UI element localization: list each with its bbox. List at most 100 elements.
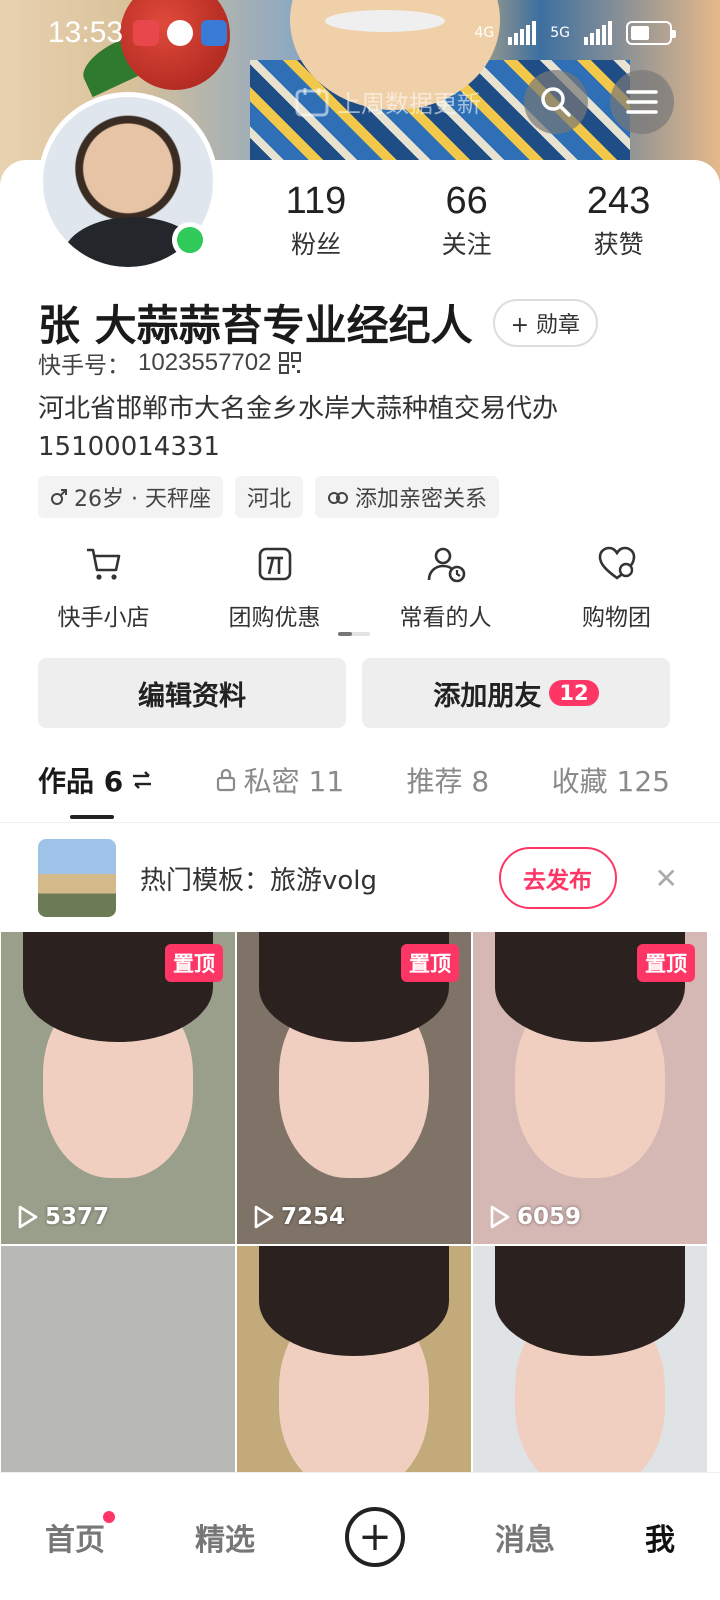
nav-home[interactable]: 首页: [45, 1510, 115, 1559]
battery-icon: [626, 21, 676, 45]
create-button[interactable]: +: [345, 1506, 405, 1567]
add-friend-button[interactable]: 添加朋友 12: [362, 658, 670, 728]
qr-code-icon[interactable]: [279, 352, 302, 374]
notification-dot: [103, 1510, 115, 1523]
active-tab-indicator: [70, 815, 114, 819]
divider: [0, 822, 720, 823]
switch-arrows-icon[interactable]: [131, 770, 153, 790]
tag-location-label: 河北: [246, 487, 291, 512]
video-grid: 置顶 5377 置顶 7254 置顶 6059: [0, 932, 720, 1558]
shortcut-label: 团购优惠: [228, 605, 321, 631]
profile-bio: 河北省邯郸市大名金乡水岸大蒜种植交易代办 15100014331: [38, 394, 559, 462]
network-5g-label: 5G: [550, 25, 570, 41]
stat-followers[interactable]: 119 粉丝: [286, 180, 347, 261]
nav-label: 精选: [195, 1522, 255, 1558]
calendar-icon: [295, 87, 329, 116]
app-notification-icon: [133, 20, 160, 46]
plus-icon: +: [358, 1513, 392, 1560]
hamburger-menu-icon: [626, 90, 658, 114]
name-row: 张 大蒜蒜苔专业经纪人 + 勋章: [38, 292, 599, 353]
network-4g-label: 4G: [474, 25, 495, 41]
video-card[interactable]: 置顶 5377: [1, 932, 235, 1244]
stat-value: 119: [285, 180, 347, 222]
view-count-value: 5377: [45, 1204, 110, 1230]
shortcut-shop[interactable]: 快手小店: [24, 544, 184, 632]
profile-name: 张 大蒜蒜苔专业经纪人: [38, 301, 473, 350]
online-status-dot: [172, 222, 208, 258]
kuaishou-id-label: 快手号：: [38, 353, 130, 379]
frequent-people-icon: [427, 547, 465, 583]
browser-notification-icon: [201, 20, 228, 46]
nav-label: 首页: [45, 1522, 105, 1558]
stat-value: 243: [586, 180, 651, 222]
edit-profile-button[interactable]: 编辑资料: [38, 658, 346, 728]
search-icon: [541, 87, 571, 117]
view-count: 5377: [17, 1204, 109, 1230]
video-card[interactable]: 置顶 7254: [237, 932, 471, 1244]
video-card[interactable]: 置顶 6059: [473, 932, 707, 1244]
nav-me[interactable]: 我: [645, 1515, 675, 1559]
menu-button[interactable]: [610, 70, 674, 134]
nav-featured[interactable]: 精选: [195, 1515, 255, 1559]
shortcut-group-buy[interactable]: 团购优惠: [195, 544, 355, 632]
template-thumbnail[interactable]: [38, 839, 116, 917]
stat-likes[interactable]: 243 获赞: [587, 180, 650, 261]
message-notification-icon: [167, 20, 194, 46]
profile-stats: 119 粉丝 66 关注 243 获赞: [238, 180, 698, 261]
nav-label: 消息: [495, 1522, 555, 1558]
view-count-value: 6059: [517, 1204, 582, 1230]
tab-works[interactable]: 作品 6: [38, 760, 153, 800]
stat-value: 66: [445, 180, 488, 222]
medal-button[interactable]: + 勋章: [492, 298, 599, 347]
link-hearts-icon: [328, 492, 348, 504]
tag-add-relationship-label: 添加亲密关系: [355, 487, 488, 512]
shortcut-page-indicator: [338, 632, 370, 636]
status-bar: 13:53 4G 5G: [0, 0, 720, 66]
profile-tags: 26岁 · 天秤座 河北 添加亲密关系: [38, 476, 500, 518]
tag-age: 26岁 · 天秤座: [38, 476, 223, 518]
kuaishou-id-row[interactable]: 快手号： 1023557702: [38, 346, 302, 380]
search-button[interactable]: [524, 70, 588, 134]
tab-recommended[interactable]: 推荐 8: [407, 760, 490, 800]
signal-icon: [508, 21, 537, 45]
publish-button[interactable]: 去发布: [498, 847, 617, 909]
add-friend-badge: 12: [549, 680, 599, 706]
close-icon[interactable]: ✕: [655, 862, 678, 895]
shortcut-frequent-people[interactable]: 常看的人: [366, 544, 526, 632]
tab-private[interactable]: 私密 11: [216, 760, 345, 800]
stat-label: 关注: [441, 230, 492, 259]
data-updated-notice: 上周数据更新: [295, 84, 481, 119]
group-buy-icon: [258, 547, 291, 581]
data-updated-text: 上周数据更新: [337, 90, 481, 118]
view-count-value: 7254: [281, 1204, 346, 1230]
stat-label: 获赞: [593, 230, 644, 259]
pinned-badge: 置顶: [165, 944, 223, 982]
content-tabs: 作品 6 私密 11 推荐 8 收藏 125: [38, 760, 670, 800]
tab-favorites[interactable]: 收藏 125: [552, 760, 670, 800]
tab-label: 推荐 8: [406, 765, 490, 798]
shopping-group-icon: [598, 546, 635, 580]
shortcut-label: 快手小店: [57, 605, 150, 631]
tag-age-label: 26岁 · 天秤座: [74, 487, 211, 512]
bottom-nav: 首页 精选 + 消息 我: [0, 1472, 720, 1600]
action-row: 编辑资料 添加朋友 12: [38, 658, 670, 728]
shortcut-label: 购物团: [582, 605, 651, 631]
shortcut-label: 常看的人: [399, 605, 492, 631]
view-count: 6059: [489, 1204, 581, 1230]
nav-messages[interactable]: 消息: [495, 1515, 555, 1559]
shortcut-shopping-group[interactable]: 购物团: [537, 544, 697, 632]
play-icon: [490, 1205, 510, 1229]
stat-following[interactable]: 66 关注: [442, 180, 492, 261]
male-icon: [51, 489, 67, 505]
cart-icon: [86, 548, 120, 580]
tag-add-relationship[interactable]: 添加亲密关系: [315, 476, 500, 518]
stat-label: 粉丝: [290, 230, 341, 259]
signal-icon-2: [584, 21, 612, 45]
status-time: 13:53: [48, 16, 124, 49]
pinned-badge: 置顶: [401, 944, 459, 982]
play-icon: [18, 1205, 38, 1229]
view-count: 7254: [253, 1204, 345, 1230]
add-friend-label: 添加朋友: [433, 680, 542, 712]
tab-label: 作品 6: [38, 765, 124, 798]
tab-label: 私密 11: [243, 765, 345, 798]
